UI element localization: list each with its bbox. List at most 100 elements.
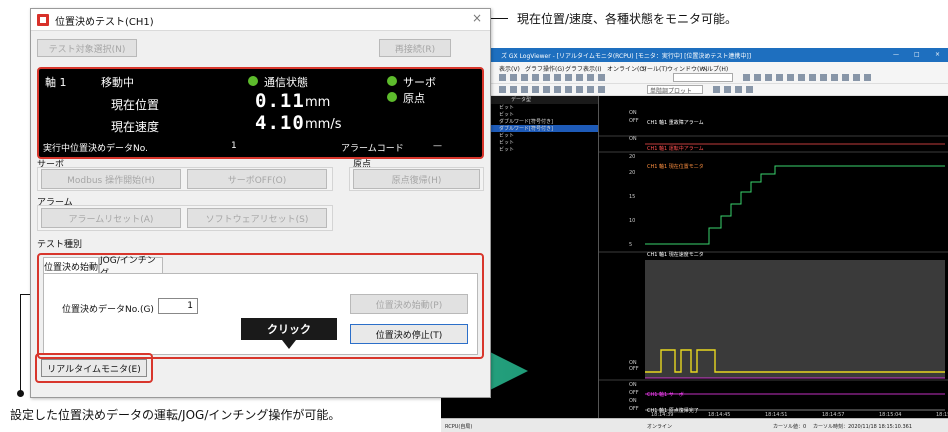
test-type-tab-area: 位置決め始動 JOG/インチング 位置決めデータNo.(G) 1 位置決め始動(… <box>37 253 484 359</box>
device-list-cell: ダブルワード[符号付き] <box>499 126 553 132</box>
toolbar-icon[interactable] <box>735 86 742 93</box>
tab-positioning-start[interactable]: 位置決め始動 <box>43 257 99 274</box>
toolbar-icon[interactable] <box>554 86 561 93</box>
toolbar-icon[interactable] <box>543 86 550 93</box>
channel-bottom-value: OFF <box>629 118 639 124</box>
toolbar-icon[interactable] <box>521 74 528 81</box>
channel-label: CH1 軸1 重故障アラーム <box>647 119 704 126</box>
device-list-cell: ビット <box>499 147 515 153</box>
channel-bottom-value: OFF <box>629 390 639 396</box>
toolbar-icon[interactable] <box>798 74 805 81</box>
toolbar-icon[interactable] <box>499 74 506 81</box>
list-header-type: データ型 <box>511 97 532 103</box>
toolbar-icon[interactable] <box>746 86 753 93</box>
channel-label: CH1 軸1 現在速度モニタ <box>647 251 704 258</box>
positioning-start-button[interactable]: 位置決め始動(P) <box>350 294 468 314</box>
toolbar-icon[interactable] <box>809 74 816 81</box>
toolbar-icon[interactable] <box>565 74 572 81</box>
toolbar-icon[interactable] <box>510 86 517 93</box>
toolbar-icon[interactable] <box>521 86 528 93</box>
home-return-button[interactable]: 原点復帰(H) <box>353 169 480 189</box>
position-value: 0.11 <box>255 90 305 112</box>
status-cursor-value: カーソル値：0 <box>773 424 807 430</box>
toolbar-icon[interactable] <box>576 74 583 81</box>
toolbar-icon[interactable] <box>587 74 594 81</box>
comm-status-label: 通信状態 <box>264 76 308 89</box>
toolbar-icon[interactable] <box>565 86 572 93</box>
toolbar-icon[interactable] <box>864 74 871 81</box>
viewer-toolbar-1 <box>441 72 948 84</box>
channel-top-value: ON <box>629 382 637 388</box>
close-icon[interactable]: × <box>472 11 482 25</box>
reconnect-button[interactable]: 再接続(R) <box>379 39 451 57</box>
click-callout: クリック <box>241 318 337 340</box>
viewer-menubar: 表示(V) グラフ操作(G) グラフ表示(I) オンライン(O) ツール(T) … <box>441 62 948 73</box>
position-unit: mm <box>305 95 331 110</box>
toolbar-icon[interactable] <box>587 86 594 93</box>
minimize-button[interactable]: — <box>893 51 899 58</box>
toolbar-icon[interactable] <box>532 74 539 81</box>
toolbar-icon[interactable] <box>787 74 794 81</box>
toolbar-icon[interactable] <box>543 74 550 81</box>
alarm-code-value: — <box>433 141 442 151</box>
comm-status-led-icon <box>248 76 258 86</box>
status-online: オンライン <box>647 424 673 430</box>
alarm-reset-button[interactable]: アラームリセット(A) <box>41 208 181 228</box>
home-led-icon <box>387 92 397 102</box>
viewer-title: ズ GX LogViewer - [リアルタイムモニタ(RCPU) [モニタ：実… <box>501 53 752 60</box>
toolbar-icon[interactable] <box>765 74 772 81</box>
channel-top-value: ON <box>629 110 637 116</box>
toolbar-icon[interactable] <box>724 86 731 93</box>
toolbar-icon[interactable] <box>510 74 517 81</box>
toolbar-icon[interactable] <box>532 86 539 93</box>
select-test-target-button[interactable]: テスト対象選択(N) <box>37 39 137 57</box>
annotation-bottom-text: 設定した位置決めデータの運転/JOG/インチング操作が可能。 <box>10 408 341 422</box>
toolbar-icon[interactable] <box>554 74 561 81</box>
toolbar-icon[interactable] <box>853 74 860 81</box>
modbus-enable-button[interactable]: Modbus 操作開始(H) <box>41 169 181 189</box>
status-cursor-time: カーソル時刻：2020/11/18 18:15:10.361 <box>813 424 912 430</box>
channel-label: CH1 軸1 運転中アラーム <box>647 145 704 152</box>
speed-value: 4.10 <box>255 112 305 134</box>
home-label: 原点 <box>403 92 425 105</box>
toolbar-icon[interactable] <box>598 86 605 93</box>
toolbar-icon[interactable] <box>754 74 761 81</box>
toolbar-icon[interactable] <box>743 74 750 81</box>
device-list-cell: ビット <box>499 112 515 118</box>
software-reset-button[interactable]: ソフトウェアリセット(S) <box>187 208 327 228</box>
toolbar-icon[interactable] <box>598 74 605 81</box>
positioning-stop-button[interactable]: 位置決め停止(T) <box>350 324 468 344</box>
realtime-monitor-highlight: リアルタイムモニタ(E) <box>35 353 153 383</box>
alarm-code-label: アラームコード <box>341 144 404 154</box>
graph-svg: CH1 軸1 重故障アラーム ON OFF CH1 軸1 運転中アラーム ON CH1 軸… <box>599 110 948 418</box>
test-type-label: テスト種別 <box>37 240 83 250</box>
servo-led-icon <box>387 76 397 86</box>
position-trace <box>645 165 945 245</box>
position-label: 現在位置 <box>111 98 160 112</box>
tab-jog-inching[interactable]: JOG/インチング <box>99 256 163 279</box>
data-no-input[interactable]: 1 <box>158 298 198 314</box>
toolbar-icon[interactable] <box>831 74 838 81</box>
position-tick-label: 20 <box>629 170 635 176</box>
position-tick-label: 5 <box>629 242 632 248</box>
plot-type-combo[interactable]: 単階調プロット <box>647 85 703 95</box>
toolbar-icon[interactable] <box>776 74 783 81</box>
servo-off-button[interactable]: サーボOFF(O) <box>187 169 327 189</box>
maximize-button[interactable]: □ <box>914 51 920 58</box>
toolbar-combo[interactable] <box>673 73 733 82</box>
channel-top-value: ON <box>629 398 637 404</box>
channel-top-value: ON <box>629 136 637 142</box>
toolbar-icon[interactable] <box>842 74 849 81</box>
channel-top-value: 20 <box>629 154 635 160</box>
toolbar-icon[interactable] <box>713 86 720 93</box>
dialog-titlebar: 位置決めテスト(CH1) × <box>31 9 490 31</box>
close-button[interactable]: × <box>935 51 940 58</box>
toolbar-icon[interactable] <box>576 86 583 93</box>
device-list-cell: ビット <box>499 105 515 111</box>
realtime-monitor-button[interactable]: リアルタイムモニタ(E) <box>41 359 147 377</box>
channel-bottom-value: OFF <box>629 366 639 372</box>
viewer-statusbar: RCPU(自局) オンライン カーソル値：0 カーソル時刻：2020/11/18… <box>441 418 948 432</box>
toolbar-icon[interactable] <box>499 86 506 93</box>
axis-state: 移動中 <box>101 76 134 89</box>
toolbar-icon[interactable] <box>820 74 827 81</box>
